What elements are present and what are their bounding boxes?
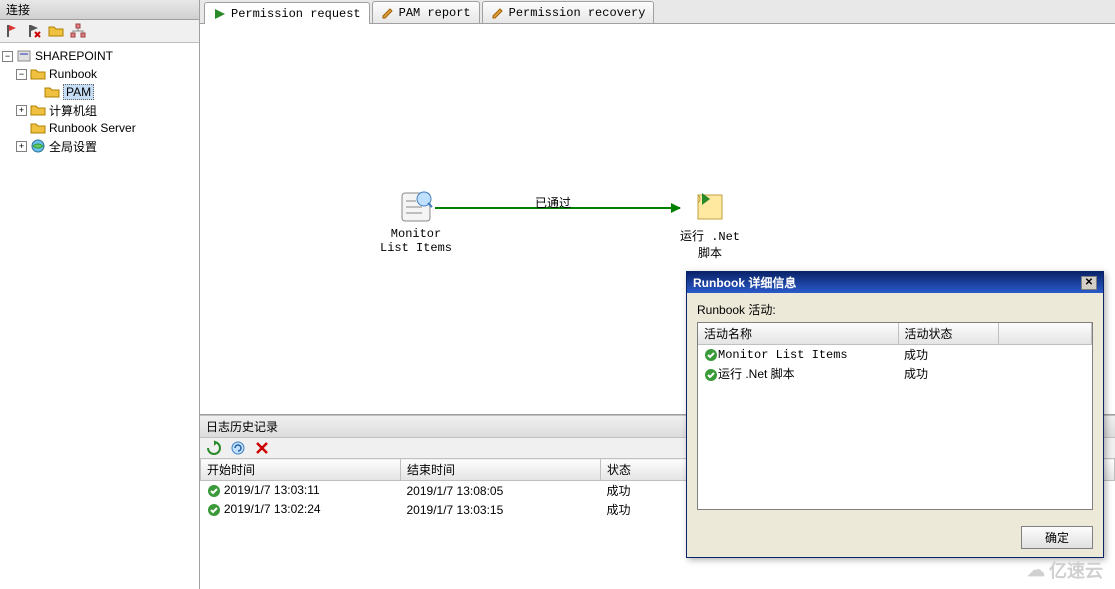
play-icon — [213, 7, 227, 21]
success-icon — [207, 484, 221, 498]
cell: 2019/1/7 13:02:24 — [224, 502, 321, 516]
tabs-bar: Permission request PAM report Permission… — [200, 0, 1115, 24]
tree-label: Runbook — [49, 67, 97, 81]
folder-icon — [44, 84, 60, 100]
tab-permission-request[interactable]: Permission request — [204, 2, 370, 24]
col-activity-name[interactable]: 活动名称 — [698, 323, 898, 345]
activity-list: 活动名称 活动状态 Monitor List Items 成功 运行 .Net … — [697, 322, 1093, 510]
col-activity-state[interactable]: 活动状态 — [898, 323, 998, 345]
cell: 运行 .Net 脚本 — [718, 367, 795, 381]
tab-permission-recovery[interactable]: Permission recovery — [482, 1, 655, 23]
folder-icon[interactable] — [48, 23, 64, 39]
tree-label: 计算机组 — [49, 102, 97, 119]
activity-header-row: 活动名称 活动状态 — [698, 323, 1092, 345]
hierarchy-icon[interactable] — [70, 23, 86, 39]
pencil-icon — [381, 6, 395, 20]
tree-view[interactable]: − SHAREPOINT − Runbook PAM + 计算机组 — [0, 43, 199, 589]
tree-item-pam[interactable]: PAM — [2, 83, 197, 101]
cell: 成功 — [898, 364, 998, 383]
list-icon — [398, 189, 434, 225]
left-panel: 连接 − SHAREPOINT − Runbook PAM — [0, 0, 200, 589]
watermark-text: 亿速云 — [1049, 557, 1103, 583]
tab-label: Permission recovery — [509, 6, 646, 20]
folder-icon — [30, 102, 46, 118]
cell: 成功 — [898, 345, 998, 365]
cell: 2019/1/7 13:08:05 — [401, 481, 601, 501]
col-spacer — [998, 323, 1092, 345]
tab-pam-report[interactable]: PAM report — [372, 1, 480, 23]
activity-row[interactable]: 运行 .Net 脚本 成功 — [698, 364, 1092, 383]
cell: Monitor List Items — [718, 348, 848, 362]
expander-icon[interactable]: − — [16, 69, 27, 80]
activity-label: 脚本 — [680, 244, 740, 261]
folder-icon — [30, 66, 46, 82]
ok-button[interactable]: 确定 — [1021, 526, 1093, 549]
tree-label: Runbook Server — [49, 121, 136, 135]
server-icon — [16, 48, 32, 64]
globe-icon — [30, 138, 46, 154]
folder-icon — [30, 120, 46, 136]
success-icon — [704, 348, 718, 362]
expander-icon[interactable]: − — [2, 51, 13, 62]
tree-item-runbook[interactable]: − Runbook — [2, 65, 197, 83]
flag-icon[interactable] — [4, 23, 20, 39]
dialog-buttons: 确定 — [687, 518, 1103, 557]
link-label: 已通过 — [535, 194, 571, 211]
dialog-titlebar[interactable]: Runbook 详细信息 ✕ — [687, 272, 1103, 293]
cell: 2019/1/7 13:03:11 — [224, 483, 320, 497]
refresh-alt-icon[interactable] — [230, 440, 246, 456]
activity-label: 运行 .Net — [680, 227, 740, 244]
tree-label: PAM — [63, 84, 94, 100]
tree-item-computers[interactable]: + 计算机组 — [2, 101, 197, 119]
activity-run-net-script[interactable]: 运行 .Net 脚本 — [680, 189, 740, 261]
dialog-label: Runbook 活动: — [697, 301, 1093, 318]
tree-item-global-settings[interactable]: + 全局设置 — [2, 137, 197, 155]
watermark: ☁ 亿速云 — [1027, 557, 1103, 583]
success-icon — [207, 503, 221, 517]
activity-label: Monitor — [380, 227, 452, 241]
expander-icon[interactable]: + — [16, 141, 27, 152]
tree-label: SHAREPOINT — [35, 49, 113, 63]
col-start[interactable]: 开始时间 — [201, 459, 401, 481]
dialog-title-text: Runbook 详细信息 — [693, 274, 796, 291]
cloud-icon: ☁ — [1027, 560, 1045, 581]
pencil-icon — [491, 6, 505, 20]
tree-item-runbook-server[interactable]: Runbook Server — [2, 119, 197, 137]
success-icon — [704, 368, 718, 382]
left-toolbar — [0, 20, 199, 43]
activity-monitor-list-items[interactable]: Monitor List Items — [380, 189, 452, 255]
flag-delete-icon[interactable] — [26, 23, 42, 39]
col-end[interactable]: 结束时间 — [401, 459, 601, 481]
dialog-body: Runbook 活动: 活动名称 活动状态 Monitor List Items… — [687, 293, 1103, 518]
runbook-details-dialog: Runbook 详细信息 ✕ Runbook 活动: 活动名称 活动状态 Mon… — [686, 271, 1104, 558]
cell: 2019/1/7 13:03:15 — [401, 500, 601, 519]
tab-label: PAM report — [399, 6, 471, 20]
activity-row[interactable]: Monitor List Items 成功 — [698, 345, 1092, 365]
left-panel-title: 连接 — [0, 0, 199, 20]
expander-icon[interactable]: + — [16, 105, 27, 116]
activity-label: List Items — [380, 241, 452, 255]
refresh-icon[interactable] — [206, 440, 222, 456]
tree-root[interactable]: − SHAREPOINT — [2, 47, 197, 65]
script-icon — [692, 189, 728, 225]
close-icon[interactable]: ✕ — [1081, 276, 1097, 290]
tree-label: 全局设置 — [49, 138, 97, 155]
tab-label: Permission request — [231, 7, 361, 21]
delete-icon[interactable] — [254, 440, 270, 456]
